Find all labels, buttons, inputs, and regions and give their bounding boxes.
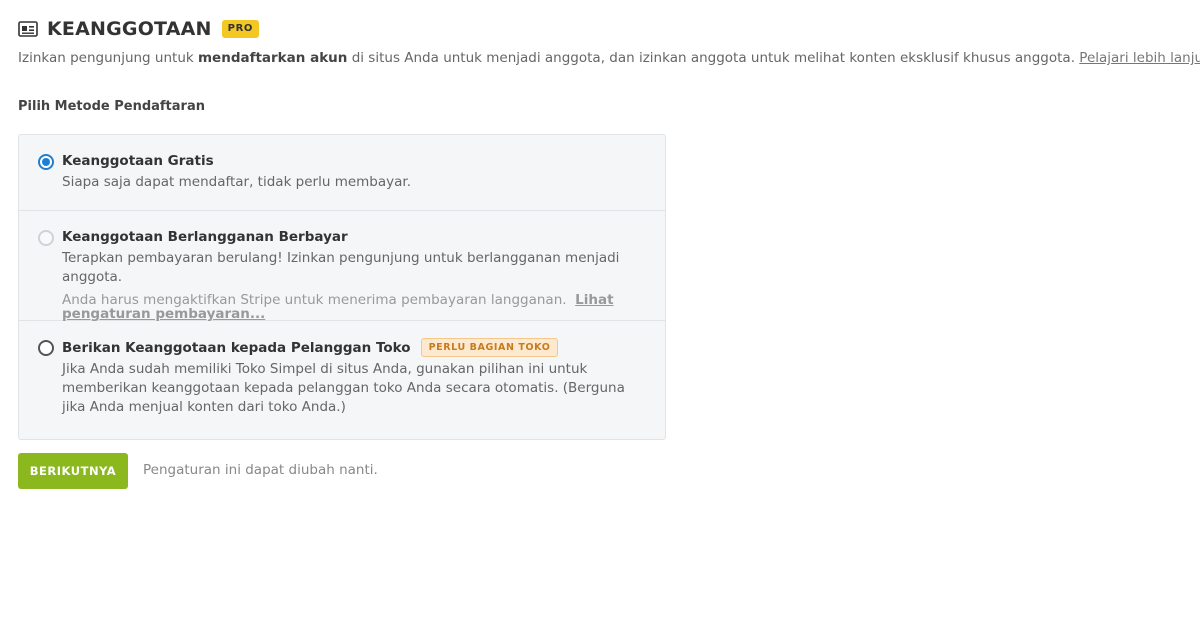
option-free-membership[interactable]: Keanggotaan Gratis Siapa saja dapat mend… [19, 135, 665, 211]
description-bold: mendaftarkan akun [197, 50, 348, 66]
pro-badge: PRO [221, 20, 259, 38]
option-title: Berikan Keanggotaan kepada Pelanggan Tok… [62, 338, 647, 357]
option-text: Terapkan pembayaran berulang! Izinkan pe… [62, 250, 620, 285]
option-paid-subscription: Keanggotaan Berlangganan Berbayar Terapk… [19, 211, 665, 321]
option-title: Keanggotaan Berlangganan Berbayar [62, 229, 348, 245]
option-text: Jika Anda sudah memiliki Toko Simpel di … [62, 361, 625, 415]
radio-store-customers[interactable] [38, 340, 54, 356]
requires-store-badge: PERLU BAGIAN TOKO [420, 338, 559, 357]
option-note: Anda harus mengaktifkan Stripe untuk men… [62, 292, 614, 322]
option-store-customers[interactable]: Berikan Keanggotaan kepada Pelanggan Tok… [19, 321, 665, 439]
page-title: KEANGGOTAAN [47, 18, 212, 40]
page-description: Izinkan pengunjung untuk mendaftarkan ak… [18, 50, 1200, 66]
option-text: Siapa saja dapat mendaftar, tidak perlu … [62, 174, 412, 190]
id-card-icon [18, 21, 38, 37]
section-label: Pilih Metode Pendaftaran [18, 99, 205, 114]
learn-more-link[interactable]: Pelajari lebih lanjut. [1079, 50, 1200, 66]
radio-paid-subscription [38, 230, 54, 246]
page-header: KEANGGOTAAN PRO [18, 16, 259, 42]
registration-method-options: Keanggotaan Gratis Siapa saja dapat mend… [18, 134, 666, 440]
radio-free-membership[interactable] [38, 154, 54, 170]
option-title: Keanggotaan Gratis [62, 153, 214, 169]
settings-hint: Pengaturan ini dapat diubah nanti. [143, 462, 378, 478]
next-button[interactable]: BERIKUTNYA [18, 453, 128, 489]
